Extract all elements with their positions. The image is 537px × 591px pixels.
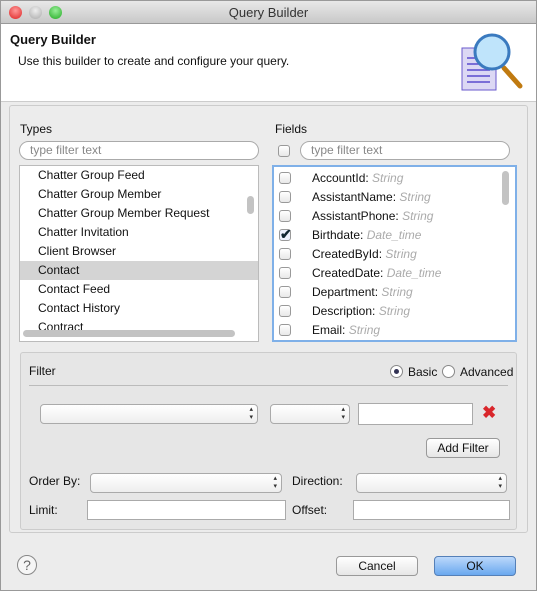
type-list-item[interactable]: Contact Feed xyxy=(20,280,258,299)
fields-filter-input[interactable]: type filter text xyxy=(300,141,510,160)
page-subtitle: Use this builder to create and configure… xyxy=(18,54,290,68)
fields-vertical-scrollbar[interactable] xyxy=(502,171,509,205)
offset-label: Offset: xyxy=(292,503,328,517)
advanced-label: Advanced xyxy=(460,365,514,379)
order-by-label: Order By: xyxy=(29,474,81,488)
field-type: String xyxy=(378,304,411,318)
field-type: String xyxy=(348,323,381,337)
field-list-item: CreatedDate: Date_time xyxy=(274,264,515,283)
filter-value-input[interactable] xyxy=(358,403,473,425)
field-list-item: AssistantPhone: String xyxy=(274,207,515,226)
field-checkbox[interactable] xyxy=(279,267,291,279)
field-list-item: AccountId: String xyxy=(274,169,515,188)
types-list: Chatter Group Feed Chatter Group Member Ch… xyxy=(19,165,259,342)
zoom-window-button[interactable] xyxy=(49,6,62,19)
field-name: AssistantPhone: xyxy=(312,209,399,223)
basic-radio[interactable] xyxy=(390,365,403,378)
checkmark-icon: ✔ xyxy=(280,226,292,242)
minimize-window-button[interactable] xyxy=(29,6,42,19)
types-vertical-scrollbar[interactable] xyxy=(247,196,254,214)
field-list-item: Description: String xyxy=(274,302,515,321)
field-type: String xyxy=(385,247,417,261)
magnifier-document-icon xyxy=(461,33,523,91)
type-list-item[interactable]: Contact History xyxy=(20,299,258,318)
field-type: String xyxy=(399,190,431,204)
filter-label: Filter xyxy=(29,364,56,378)
direction-select[interactable] xyxy=(356,473,507,493)
field-list-item: CreatedById: String xyxy=(274,245,515,264)
field-list-item: AssistantName: String xyxy=(274,188,515,207)
field-checkbox[interactable] xyxy=(279,191,291,203)
type-list-item[interactable]: Chatter Group Member Request xyxy=(20,204,258,223)
field-name: Email: xyxy=(312,323,346,337)
window-title: Query Builder xyxy=(228,5,309,20)
order-by-select[interactable] xyxy=(90,473,282,493)
field-checkbox[interactable] xyxy=(279,172,291,184)
title-bar: Query Builder xyxy=(1,1,536,24)
field-name: AssistantName: xyxy=(312,190,397,204)
cancel-button[interactable]: Cancel xyxy=(336,556,418,576)
field-type: String xyxy=(381,285,413,299)
type-list-item[interactable]: Chatter Group Member xyxy=(20,185,258,204)
types-filter-input[interactable]: type filter text xyxy=(19,141,259,160)
fields-label: Fields xyxy=(275,122,308,136)
offset-input[interactable] xyxy=(353,500,510,520)
field-name: CreatedDate: xyxy=(312,266,384,280)
field-type: String xyxy=(402,209,434,223)
page-title: Query Builder xyxy=(10,32,96,47)
filter-section: Filter Basic Advanced ✖ Add Filter Order… xyxy=(20,352,517,530)
filter-operator-select[interactable] xyxy=(270,404,350,424)
field-type: String xyxy=(372,171,404,185)
limit-input[interactable] xyxy=(87,500,286,520)
add-filter-button[interactable]: Add Filter xyxy=(426,438,500,458)
header: Query Builder Use this builder to create… xyxy=(1,24,536,102)
types-horizontal-scrollbar[interactable] xyxy=(23,330,235,337)
field-checkbox[interactable] xyxy=(279,305,291,317)
main-panel: Types type filter text Chatter Group Fee… xyxy=(9,105,528,533)
fields-list: AccountId: String AssistantName: String As… xyxy=(272,165,517,342)
field-checkbox[interactable]: ✔ xyxy=(279,226,292,242)
field-type: Date_time xyxy=(366,228,422,242)
field-name: Birthdate: xyxy=(312,228,364,242)
select-all-fields-checkbox[interactable] xyxy=(278,145,290,157)
type-list-item[interactable]: Contact xyxy=(20,261,258,280)
type-list-item[interactable]: Chatter Invitation xyxy=(20,223,258,242)
field-name: AccountId: xyxy=(312,171,369,185)
type-list-item[interactable]: Client Browser xyxy=(20,242,258,261)
field-checkbox[interactable] xyxy=(279,286,291,298)
field-name: Description: xyxy=(312,304,376,318)
help-icon[interactable]: ? xyxy=(17,555,37,575)
field-list-item: Email: String xyxy=(274,321,515,340)
query-builder-window: Query Builder Query Builder Use this bui… xyxy=(0,0,537,591)
close-window-button[interactable] xyxy=(9,6,22,19)
type-list-item[interactable]: Chatter Group Feed xyxy=(20,166,258,185)
remove-filter-icon[interactable]: ✖ xyxy=(482,403,496,423)
advanced-radio[interactable] xyxy=(442,365,455,378)
field-name: Department: xyxy=(312,285,379,299)
types-label: Types xyxy=(20,122,53,136)
basic-label: Basic xyxy=(408,365,438,379)
field-checkbox[interactable] xyxy=(279,248,291,260)
divider xyxy=(29,385,508,386)
field-name: CreatedById: xyxy=(312,247,383,261)
field-type: Date_time xyxy=(386,266,442,280)
direction-label: Direction: xyxy=(292,474,343,488)
limit-label: Limit: xyxy=(29,503,58,517)
field-checkbox[interactable] xyxy=(279,324,291,336)
field-list-item: Department: String xyxy=(274,283,515,302)
filter-field-select[interactable] xyxy=(40,404,258,424)
ok-button[interactable]: OK xyxy=(434,556,516,576)
field-list-item: ✔ Birthdate: Date_time xyxy=(274,226,515,245)
field-checkbox[interactable] xyxy=(279,210,291,222)
